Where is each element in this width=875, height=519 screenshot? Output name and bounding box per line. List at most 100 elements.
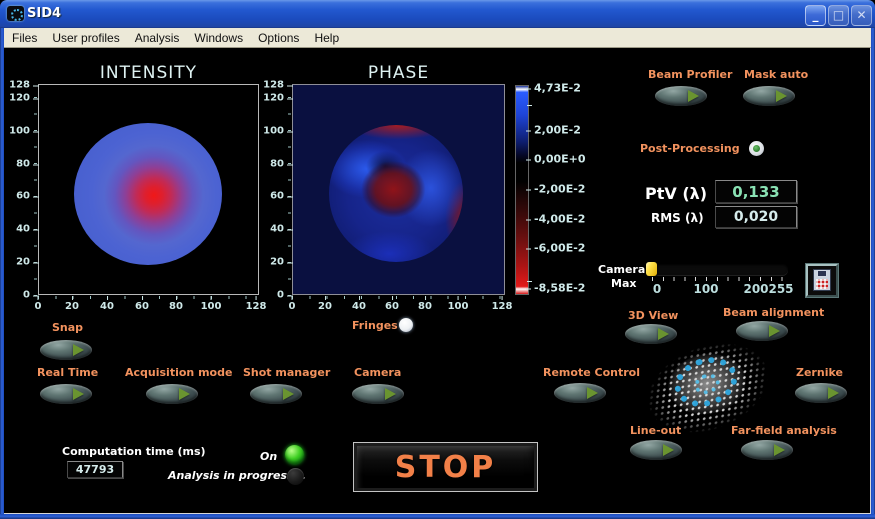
3d-view-label: 3D View: [628, 309, 678, 322]
colorbar-label: 4,73E-2: [534, 82, 581, 95]
camera-max-slider-track[interactable]: [650, 264, 788, 275]
analysis-in-progress-led[interactable]: [287, 468, 304, 485]
colorbar-label: 0,00E+0: [534, 153, 586, 166]
slider-tick-label: 255: [768, 282, 793, 296]
x-tick: 128: [246, 301, 267, 312]
computation-time-label: Computation time (ms): [62, 445, 206, 458]
zernike-label: Zernike: [796, 366, 843, 379]
rms-label: RMS (λ): [651, 211, 704, 225]
camera-max-label-line1: Camera: [598, 263, 645, 276]
3d-view-button[interactable]: [625, 324, 677, 344]
real-time-button[interactable]: [40, 384, 92, 404]
remote-control-button[interactable]: [554, 383, 606, 403]
x-tick: 100: [201, 301, 222, 312]
stop-button-label: STOP: [395, 450, 497, 485]
menu-help[interactable]: Help: [314, 31, 339, 45]
y-tick: 20: [258, 257, 284, 268]
slider-ticks: [652, 277, 786, 281]
x-tick: 60: [385, 301, 399, 312]
y-tick: 40: [258, 224, 284, 235]
y-tick: 20: [4, 257, 30, 268]
x-tick: 0: [289, 301, 296, 312]
colorbar-label: -6,00E-2: [534, 242, 585, 255]
zernike-button[interactable]: [795, 383, 847, 403]
colorbar-label: -2,00E-2: [534, 183, 585, 196]
menu-user-profiles[interactable]: User profiles: [52, 31, 119, 45]
shot-manager-button[interactable]: [250, 384, 302, 404]
colorbar-label: -4,00E-2: [534, 213, 585, 226]
menu-analysis[interactable]: Analysis: [135, 31, 180, 45]
shot-manager-label: Shot manager: [243, 366, 330, 379]
window-frame-right: [871, 28, 875, 519]
x-tick: 0: [35, 301, 42, 312]
y-tick: 120: [258, 93, 284, 104]
intensity-plot-title: INTENSITY: [38, 63, 259, 83]
x-tick: 100: [448, 301, 469, 312]
fringes-toggle[interactable]: [399, 318, 413, 332]
beam-alignment-label: Beam alignment: [723, 306, 824, 319]
y-tick: 40: [4, 224, 30, 235]
camera-label: Camera: [354, 366, 401, 379]
colorbar-label: -8,58E-2: [534, 282, 585, 295]
post-processing-label: Post-Processing: [640, 142, 740, 155]
phase-plot[interactable]: [292, 84, 505, 295]
y-tick: 0: [4, 290, 30, 301]
colorbar-minor-tick: [527, 281, 532, 282]
title-bar[interactable]: SID4 _ □ ✕: [0, 0, 875, 28]
x-tick: 40: [352, 301, 366, 312]
beam-profiler-label: Beam Profiler: [648, 68, 732, 81]
menu-files[interactable]: Files: [12, 31, 37, 45]
fringes-label: Fringes: [352, 319, 398, 332]
phase-colorbar: [515, 85, 529, 295]
phase-map-image: [329, 125, 463, 262]
rms-value: 0,020: [715, 206, 797, 228]
y-tick: 60: [258, 191, 284, 202]
mask-auto-button[interactable]: [743, 86, 795, 106]
menu-bar: Files User profiles Analysis Windows Opt…: [4, 28, 871, 48]
menu-options[interactable]: Options: [258, 31, 299, 45]
app-logo-icon: [7, 6, 24, 21]
x-tick: 80: [418, 301, 432, 312]
y-tick: 80: [258, 159, 284, 170]
remote-control-label: Remote Control: [543, 366, 640, 379]
minimize-button[interactable]: _: [805, 5, 826, 26]
acquisition-mode-label: Acquisition mode: [125, 366, 232, 379]
slider-tick-label: 200: [743, 282, 768, 296]
x-tick: 80: [169, 301, 183, 312]
computation-time-value: 47793: [67, 461, 123, 478]
close-button[interactable]: ✕: [851, 5, 872, 26]
intensity-beam-image: [74, 123, 222, 265]
camera-button[interactable]: [352, 384, 404, 404]
y-tick: 0: [258, 290, 284, 301]
y-tick: 100: [258, 126, 284, 137]
colorbar-label: 2,00E-2: [534, 124, 581, 137]
y-tick: 128: [4, 80, 30, 91]
save-image-button[interactable]: [806, 264, 838, 297]
y-tick: 120: [4, 93, 30, 104]
menu-windows[interactable]: Windows: [194, 31, 243, 45]
slider-tick-label: 100: [693, 282, 718, 296]
snap-label: Snap: [52, 321, 83, 334]
snap-button[interactable]: [40, 340, 92, 360]
y-tick: 100: [4, 126, 30, 137]
ptv-value: 0,133: [715, 180, 797, 203]
y-tick: 128: [258, 80, 284, 91]
post-processing-led[interactable]: [749, 141, 764, 156]
x-tick: 60: [135, 301, 149, 312]
line-out-button[interactable]: [630, 440, 682, 460]
floppy-disk-icon: [813, 269, 831, 291]
beam-alignment-button[interactable]: [736, 321, 788, 341]
stop-button[interactable]: STOP: [353, 442, 538, 492]
mask-auto-label: Mask auto: [744, 68, 808, 81]
on-led[interactable]: [285, 445, 304, 464]
slider-tick-label: 0: [653, 282, 661, 296]
intensity-plot[interactable]: [38, 84, 259, 295]
beam-profiler-button[interactable]: [655, 86, 707, 106]
y-tick: 60: [4, 191, 30, 202]
camera-max-slider-thumb[interactable]: [646, 262, 657, 276]
maximize-button[interactable]: □: [828, 5, 849, 26]
ptv-label: PtV (λ): [645, 184, 707, 203]
real-time-label: Real Time: [37, 366, 98, 379]
acquisition-mode-button[interactable]: [146, 384, 198, 404]
far-field-analysis-button[interactable]: [741, 440, 793, 460]
